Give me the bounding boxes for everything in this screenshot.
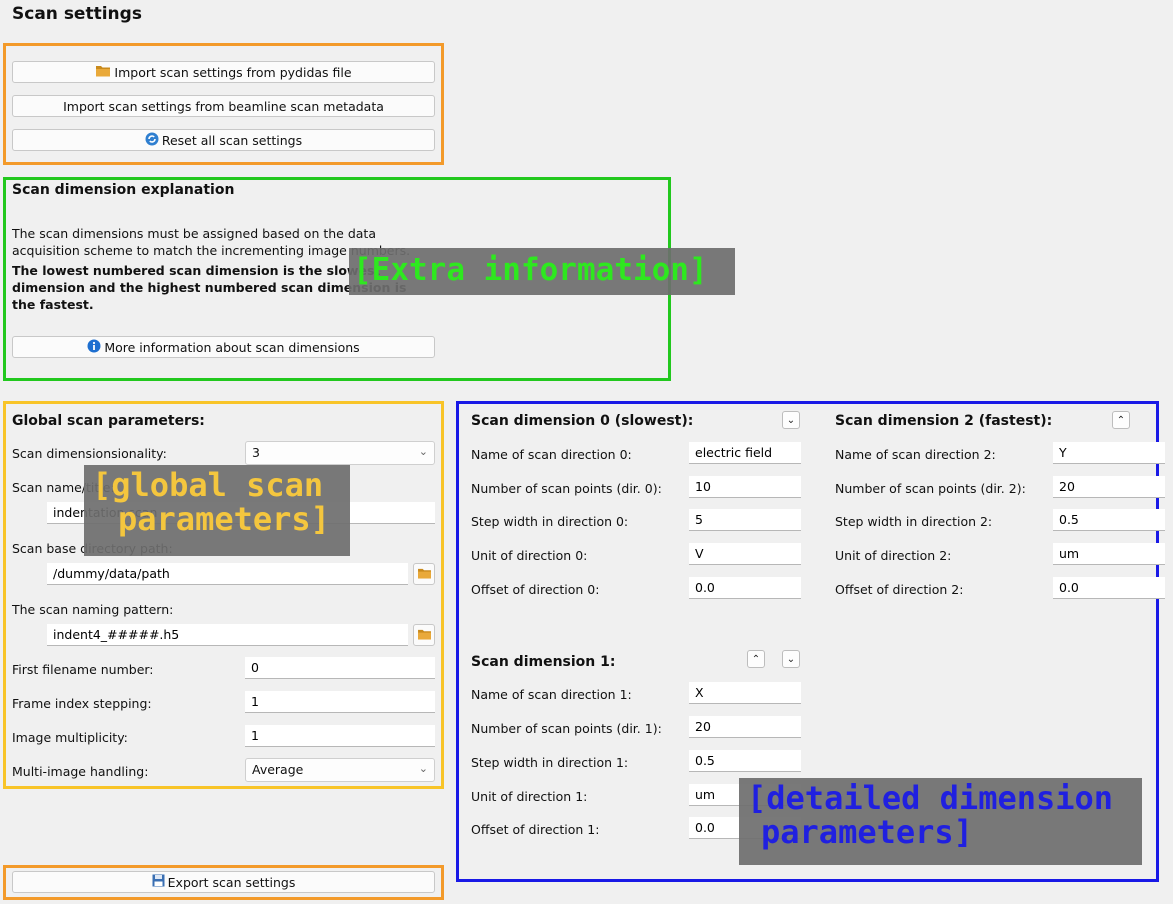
global-params-title: Global scan parameters: xyxy=(12,413,205,429)
dim2-unit-input[interactable] xyxy=(1053,543,1165,565)
chevron-up-icon: ⌃ xyxy=(751,653,761,665)
import-beamline-label: Import scan settings from beamline scan … xyxy=(63,98,384,114)
reset-label: Reset all scan settings xyxy=(161,132,303,148)
dim0-name-input[interactable] xyxy=(689,442,801,464)
reset-button[interactable]: Reset all scan settings xyxy=(12,129,435,151)
dim1-move-up-button[interactable]: ⌃ xyxy=(747,650,765,668)
dim0-name-label: Name of scan direction 0: xyxy=(471,447,632,462)
dimensionality-value: 3 xyxy=(252,445,260,460)
global-annotation-line1: [global scan xyxy=(92,466,324,504)
frame-step-input[interactable] xyxy=(245,691,435,713)
more-info-label: More information about scan dimensions xyxy=(104,339,360,355)
dim2-move-up-button[interactable]: ⌃ xyxy=(1112,411,1130,429)
dim1-name-input[interactable] xyxy=(689,682,801,704)
frame-step-label: Frame index stepping: xyxy=(12,696,152,711)
detailed-params-annotation: [detailed dimension parameters] xyxy=(739,778,1142,865)
export-button[interactable]: Export scan settings xyxy=(12,871,435,893)
page-title: Scan settings xyxy=(12,4,142,24)
dim2-points-label: Number of scan points (dir. 2): xyxy=(835,481,1026,496)
dim0-unit-input[interactable] xyxy=(689,543,801,565)
dim0-points-input[interactable] xyxy=(689,476,801,498)
folder-icon xyxy=(417,567,432,582)
detailed-annotation-line1: [detailed dimension xyxy=(747,779,1114,817)
pattern-input[interactable] xyxy=(47,624,408,646)
first-number-label: First filename number: xyxy=(12,662,154,677)
import-pydidas-label: Import scan settings from pydidas file xyxy=(114,64,352,80)
dim0-unit-label: Unit of direction 0: xyxy=(471,548,588,563)
chevron-up-icon: ⌃ xyxy=(1116,414,1126,426)
multiplicity-input[interactable] xyxy=(245,725,435,747)
pattern-label: The scan naming pattern: xyxy=(12,602,174,617)
chevron-down-icon: ⌄ xyxy=(786,414,796,426)
chevron-down-icon: ⌄ xyxy=(418,445,428,458)
handling-value: Average xyxy=(252,762,304,777)
handling-label: Multi-image handling: xyxy=(12,764,149,779)
first-number-input[interactable] xyxy=(245,657,435,679)
dim1-step-label: Step width in direction 1: xyxy=(471,755,629,770)
dim2-offset-input[interactable] xyxy=(1053,577,1165,599)
browse-base-dir-button[interactable] xyxy=(413,563,435,585)
import-beamline-button[interactable]: Import scan settings from beamline scan … xyxy=(12,95,435,117)
save-icon xyxy=(152,874,165,890)
export-label: Export scan settings xyxy=(167,874,296,890)
extra-info-annotation: [Extra information] xyxy=(349,248,735,295)
dim0-step-label: Step width in direction 0: xyxy=(471,514,629,529)
dim1-offset-label: Offset of direction 1: xyxy=(471,822,600,837)
multiplicity-label: Image multiplicity: xyxy=(12,730,128,745)
folder-icon xyxy=(95,64,111,80)
import-pydidas-button[interactable]: Import scan settings from pydidas file xyxy=(12,61,435,83)
global-annotation-line2: parameters] xyxy=(118,499,330,538)
dim1-points-label: Number of scan points (dir. 1): xyxy=(471,721,662,736)
detailed-annotation-line2: parameters] xyxy=(761,812,973,851)
dim2-step-input[interactable] xyxy=(1053,509,1165,531)
dimensionality-label: Scan dimensionsionality: xyxy=(12,446,167,461)
dim0-move-down-button[interactable]: ⌄ xyxy=(782,411,800,429)
dim2-offset-label: Offset of direction 2: xyxy=(835,582,964,597)
chevron-down-icon: ⌄ xyxy=(418,762,428,775)
refresh-icon xyxy=(145,132,159,149)
dim0-title: Scan dimension 0 (slowest): xyxy=(471,413,694,429)
folder-icon xyxy=(417,628,432,643)
dim1-name-label: Name of scan direction 1: xyxy=(471,687,632,702)
dim2-title: Scan dimension 2 (fastest): xyxy=(835,413,1053,429)
browse-pattern-button[interactable] xyxy=(413,624,435,646)
global-params-annotation: [global scan parameters] xyxy=(84,465,350,556)
dim2-name-label: Name of scan direction 2: xyxy=(835,447,996,462)
dim1-points-input[interactable] xyxy=(689,716,801,738)
dimensionality-select[interactable]: 3 ⌄ xyxy=(245,441,435,465)
dim2-unit-label: Unit of direction 2: xyxy=(835,548,952,563)
dim2-name-input[interactable] xyxy=(1053,442,1165,464)
more-info-button[interactable]: More information about scan dimensions xyxy=(12,336,435,358)
dim2-step-label: Step width in direction 2: xyxy=(835,514,993,529)
dim1-step-input[interactable] xyxy=(689,750,801,772)
explanation-title: Scan dimension explanation xyxy=(12,182,235,198)
dim1-move-down-button[interactable]: ⌄ xyxy=(782,650,800,668)
dim0-offset-input[interactable] xyxy=(689,577,801,599)
base-dir-input[interactable] xyxy=(47,563,408,585)
dim1-unit-label: Unit of direction 1: xyxy=(471,789,588,804)
dim2-points-input[interactable] xyxy=(1053,476,1165,498)
dim0-offset-label: Offset of direction 0: xyxy=(471,582,600,597)
dim0-points-label: Number of scan points (dir. 0): xyxy=(471,481,662,496)
info-icon xyxy=(87,339,101,356)
chevron-down-icon: ⌄ xyxy=(786,653,796,665)
dim0-step-input[interactable] xyxy=(689,509,801,531)
dim1-title: Scan dimension 1: xyxy=(471,654,616,670)
handling-select[interactable]: Average ⌄ xyxy=(245,758,435,782)
